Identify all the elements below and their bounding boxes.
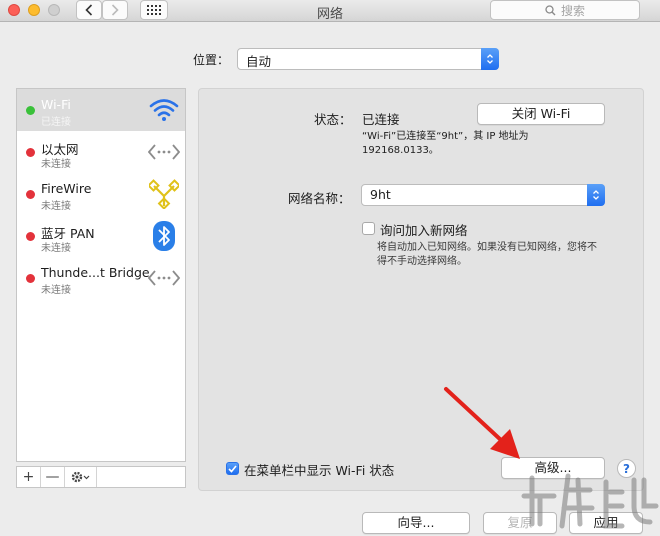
- location-label: 位置：: [193, 53, 230, 67]
- gear-icon: [71, 471, 89, 483]
- popup-stepper-icon: [481, 48, 499, 70]
- ask-join-label: 询问加入新网络: [380, 223, 468, 238]
- status-dot: [26, 148, 35, 157]
- title-bar: 网络 搜索: [0, 0, 660, 22]
- service-status: 未连接: [41, 285, 71, 296]
- service-item-bluetooth-pan[interactable]: 蓝牙 PAN 未连接: [17, 215, 185, 257]
- status-note-line-2: 192168.0133。: [362, 145, 439, 156]
- show-in-menubar-label: 在菜单栏中显示 Wi-Fi 状态: [244, 463, 395, 478]
- annotation-arrow: [444, 387, 520, 459]
- service-list-toolbar: + —: [16, 466, 186, 488]
- service-status: 未连接: [41, 243, 71, 254]
- status-note-line-1: “Wi-Fi”已连接至“9ht”，其 IP 地址为: [362, 131, 529, 142]
- thunderbolt-bridge-icon: [147, 262, 181, 294]
- location-popup[interactable]: 自动: [237, 48, 499, 70]
- search-field[interactable]: 搜索: [490, 0, 640, 20]
- service-item-thunderbolt-bridge[interactable]: Thunde...t Bridge 未连接: [17, 257, 185, 299]
- watermark-logo-icon: [521, 473, 659, 529]
- show-in-menubar-checkbox[interactable]: [226, 462, 239, 475]
- search-placeholder: 搜索: [560, 3, 585, 18]
- service-status: 未连接: [41, 201, 71, 212]
- service-list: Wi-Fi 已连接 以太网 未连接 FireWire 未连接 蓝牙 PAN 未连…: [16, 88, 186, 462]
- firewire-icon: [147, 178, 181, 210]
- location-value: 自动: [246, 54, 272, 69]
- status-label: 状态：: [314, 112, 352, 127]
- service-name: FireWire: [41, 181, 92, 196]
- add-service-button[interactable]: +: [17, 467, 41, 487]
- ask-join-note-line-2: 得不手动选择网络。: [377, 256, 467, 267]
- search-icon: [545, 4, 556, 15]
- service-status: 已连接: [41, 117, 71, 128]
- bluetooth-icon: [147, 220, 181, 252]
- status-dot: [26, 106, 35, 115]
- service-name: Wi-Fi: [41, 97, 71, 112]
- network-name-value: 9ht: [370, 187, 391, 202]
- assist-button[interactable]: 向导...: [362, 512, 470, 534]
- ask-join-note-line-1: 将自动加入已知网络。如果没有已知网络，您将不: [377, 242, 597, 253]
- remove-service-button[interactable]: —: [41, 467, 65, 487]
- service-item-wifi[interactable]: Wi-Fi 已连接: [17, 89, 185, 131]
- network-name-label: 网络名称：: [288, 191, 351, 206]
- service-item-ethernet[interactable]: 以太网 未连接: [17, 131, 185, 173]
- popup-stepper-icon: [587, 184, 605, 206]
- network-name-popup[interactable]: 9ht: [361, 184, 605, 206]
- wifi-icon: [147, 94, 181, 126]
- ask-join-checkbox[interactable]: [362, 222, 375, 235]
- service-actions-button[interactable]: [65, 467, 97, 487]
- checkmark-icon: [228, 464, 237, 473]
- turn-off-wifi-button[interactable]: 关闭 Wi-Fi: [477, 103, 605, 125]
- service-name: Thunde...t Bridge: [41, 265, 150, 280]
- status-dot: [26, 274, 35, 283]
- service-item-firewire[interactable]: FireWire 未连接: [17, 173, 185, 215]
- status-value: 已连接: [362, 112, 400, 127]
- status-dot: [26, 232, 35, 241]
- status-dot: [26, 190, 35, 199]
- ethernet-icon: [147, 136, 181, 168]
- service-status: 未连接: [41, 159, 71, 170]
